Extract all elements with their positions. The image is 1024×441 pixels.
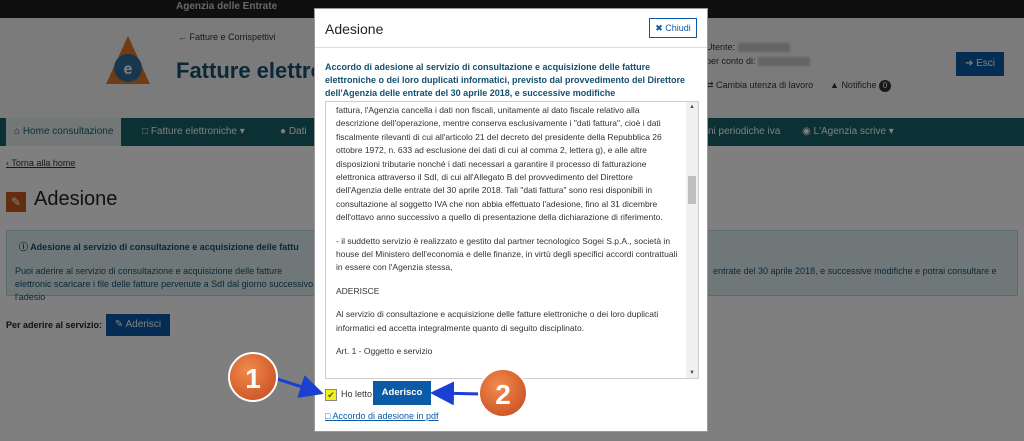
- callout-2: 2: [478, 368, 528, 418]
- checkmark-icon: ✔: [327, 390, 335, 400]
- modal-divider: [315, 47, 707, 48]
- agreement-paragraph: fattura, l'Agenzia cancella i dati non f…: [336, 105, 663, 223]
- agreement-scroll-box[interactable]: fattura, l'Agenzia cancella i dati non f…: [325, 101, 699, 379]
- agreement-paragraph: Art. 1 - Oggetto e servizio: [336, 346, 433, 357]
- agreement-paragraph: - il suddetto servizio è realizzato e ge…: [336, 235, 678, 273]
- modal-heading: Accordo di adesione al servizio di consu…: [325, 62, 686, 98]
- close-button[interactable]: ✖ Chiudi: [649, 18, 697, 38]
- agreement-text: fattura, l'Agenzia cancella i dati non f…: [336, 104, 678, 369]
- scroll-down-icon[interactable]: ▼: [689, 370, 695, 376]
- pdf-link-label: Accordo di adesione in pdf: [332, 411, 439, 421]
- scrollbar-thumb[interactable]: [688, 176, 696, 204]
- pdf-icon: □: [325, 411, 331, 421]
- ho-letto-label: Ho letto: [341, 389, 373, 399]
- agreement-paragraph: ADERISCE: [336, 285, 380, 296]
- pdf-agreement-link[interactable]: □ Accordo di adesione in pdf: [325, 411, 439, 421]
- modal-title: Adesione: [325, 21, 384, 37]
- scrollbar[interactable]: ▲ ▼: [686, 102, 698, 378]
- close-label: Chiudi: [665, 23, 691, 33]
- close-icon: ✖: [655, 23, 663, 33]
- ho-letto-checkbox[interactable]: ✔: [325, 389, 337, 401]
- scroll-up-icon[interactable]: ▲: [689, 104, 695, 110]
- agreement-paragraph: Al servizio di consultazione e acquisizi…: [336, 309, 659, 333]
- aderisco-button[interactable]: Aderisco: [373, 381, 431, 405]
- callout-1: 1: [228, 352, 278, 402]
